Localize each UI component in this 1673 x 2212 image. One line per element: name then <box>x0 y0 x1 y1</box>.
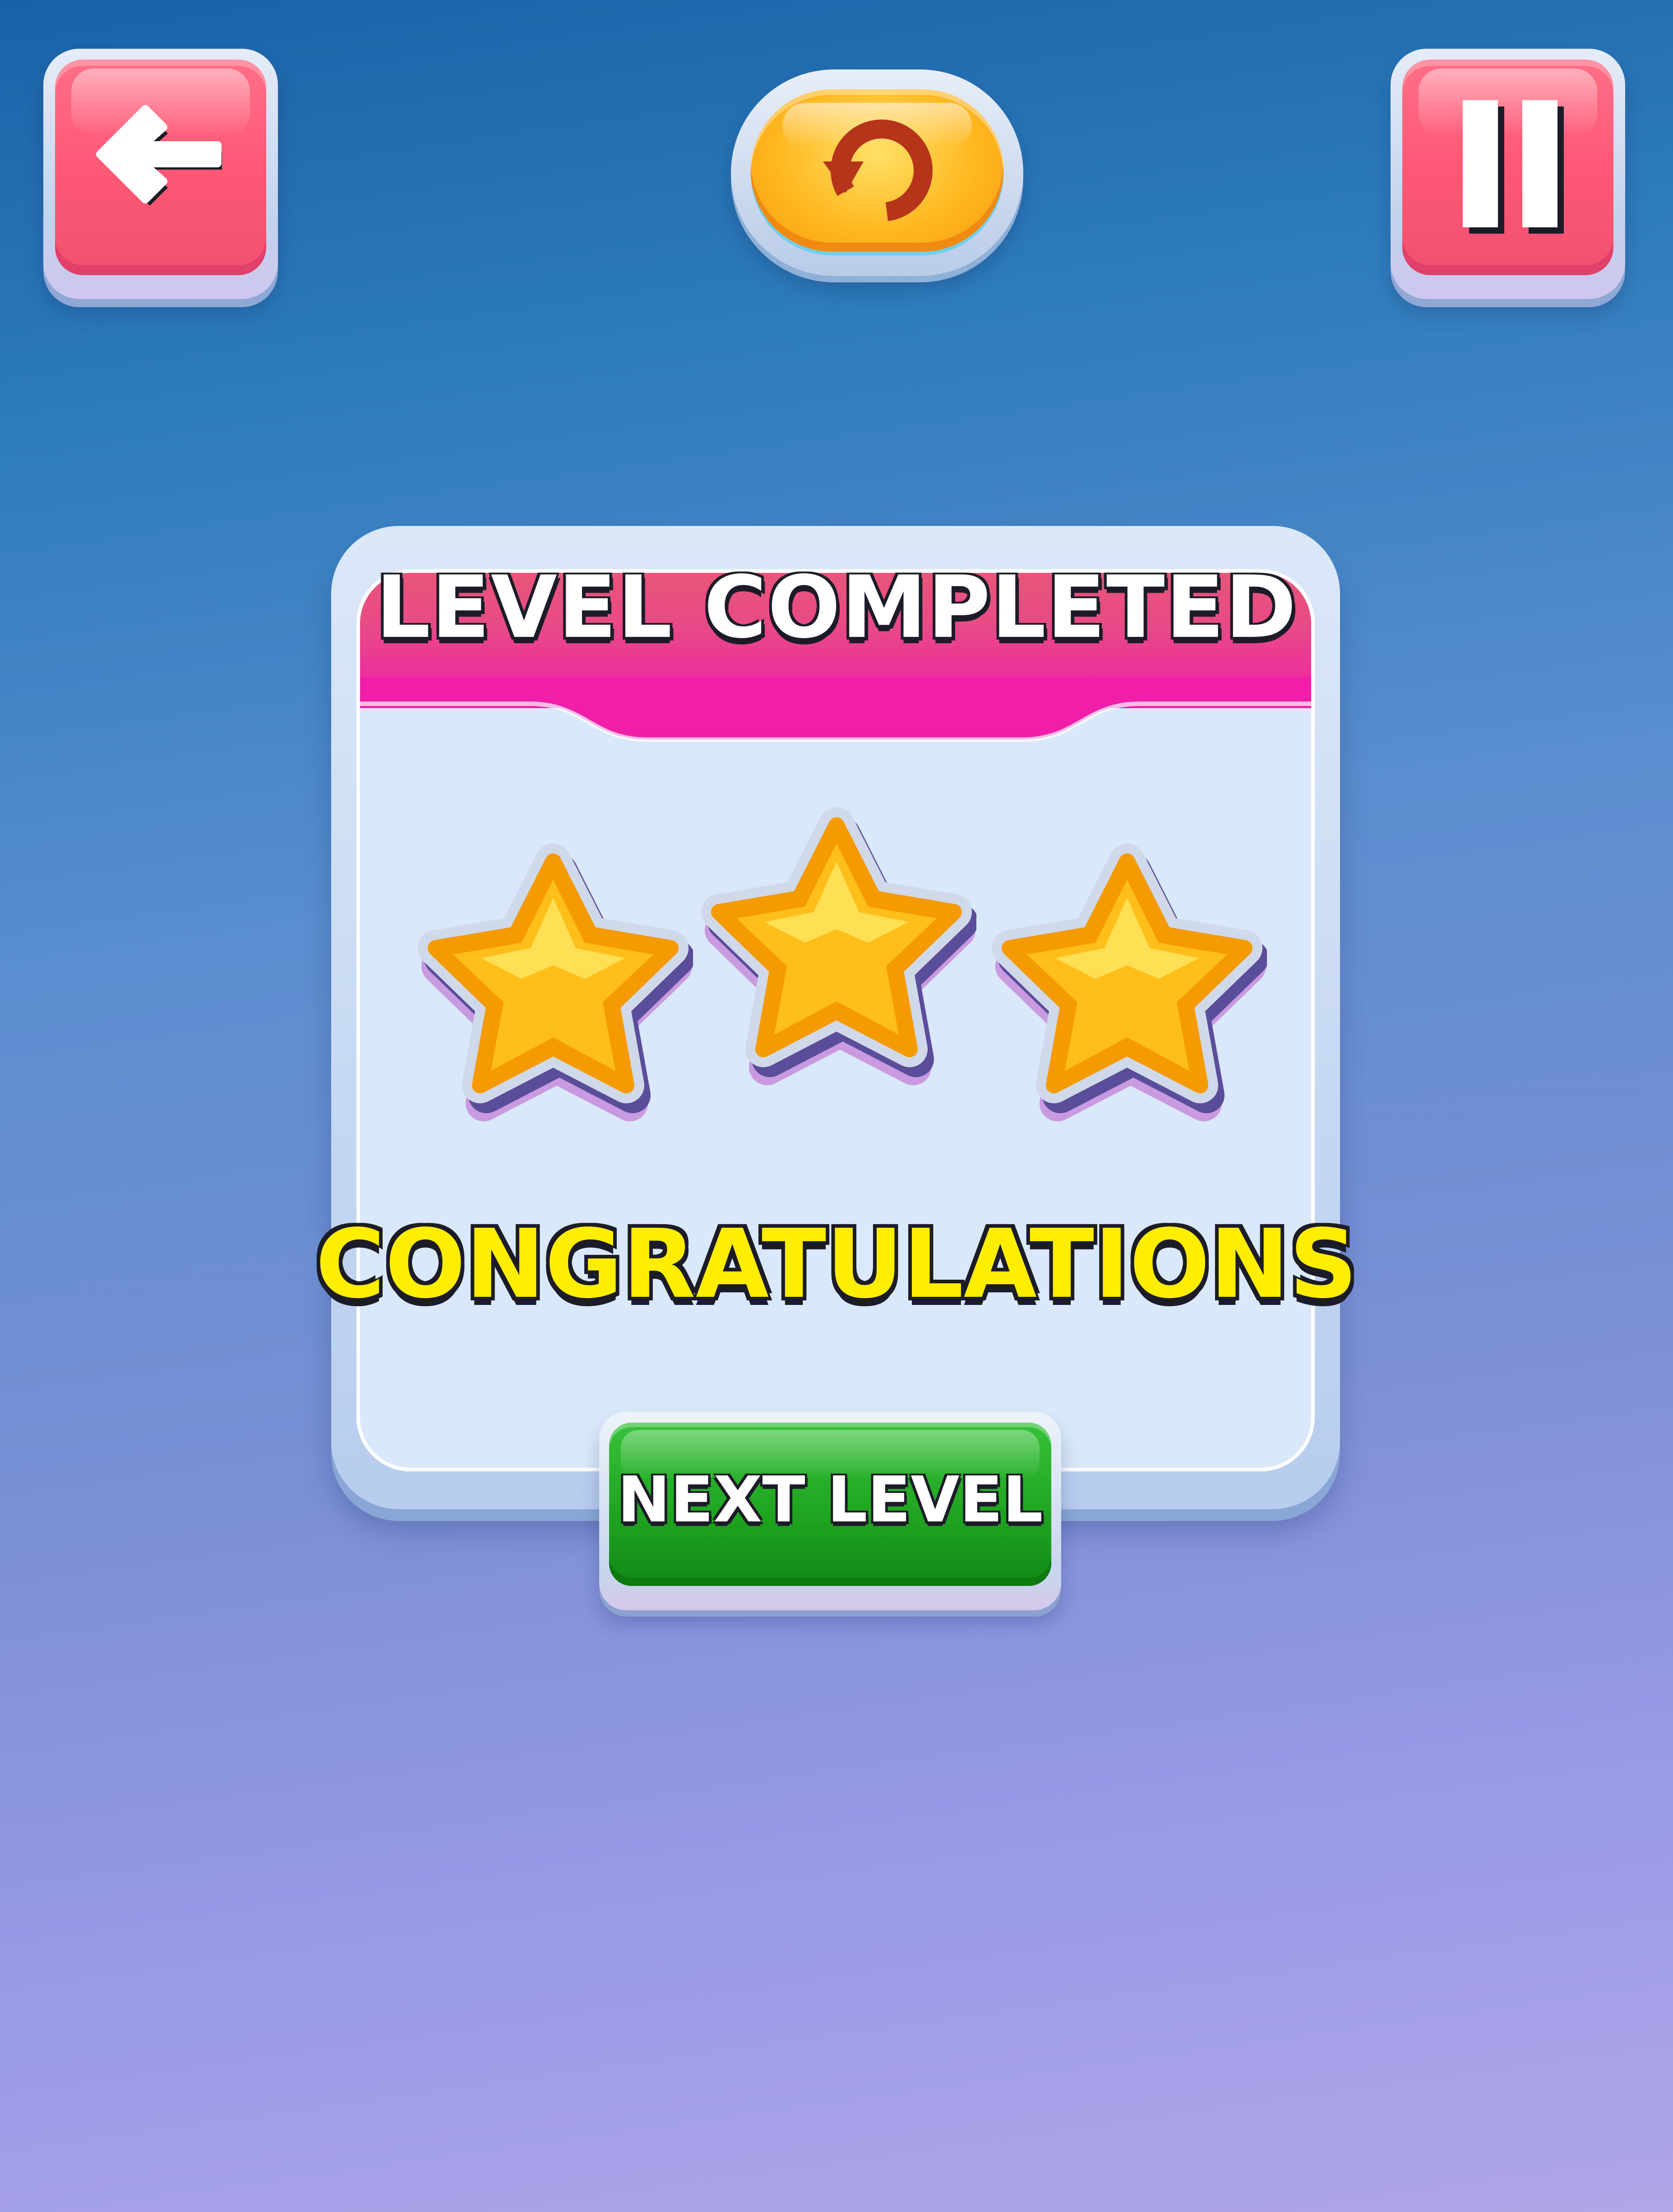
next-level-button-face: NEXT LEVEL <box>609 1423 1051 1586</box>
restart-icon <box>823 120 933 221</box>
restart-button[interactable] <box>731 69 1023 276</box>
pause-button[interactable] <box>1391 49 1625 299</box>
panel-header-curve <box>360 677 1311 742</box>
star-icon-2 <box>701 807 976 1085</box>
restart-button-face <box>751 89 1003 252</box>
back-button-face <box>55 60 266 275</box>
star-icon-1 <box>418 843 693 1121</box>
congratulations-message: CONGRATULATIONS <box>315 1209 1358 1319</box>
next-level-button[interactable]: NEXT LEVEL <box>599 1412 1061 1610</box>
back-button[interactable] <box>43 49 278 299</box>
pause-icon <box>1463 100 1564 234</box>
star-icon-3 <box>992 843 1267 1121</box>
next-level-label: NEXT LEVEL <box>617 1463 1043 1537</box>
pause-button-face <box>1402 60 1613 275</box>
panel-title: LEVEL COMPLETED <box>375 558 1298 657</box>
arrow-left-icon <box>96 105 222 206</box>
